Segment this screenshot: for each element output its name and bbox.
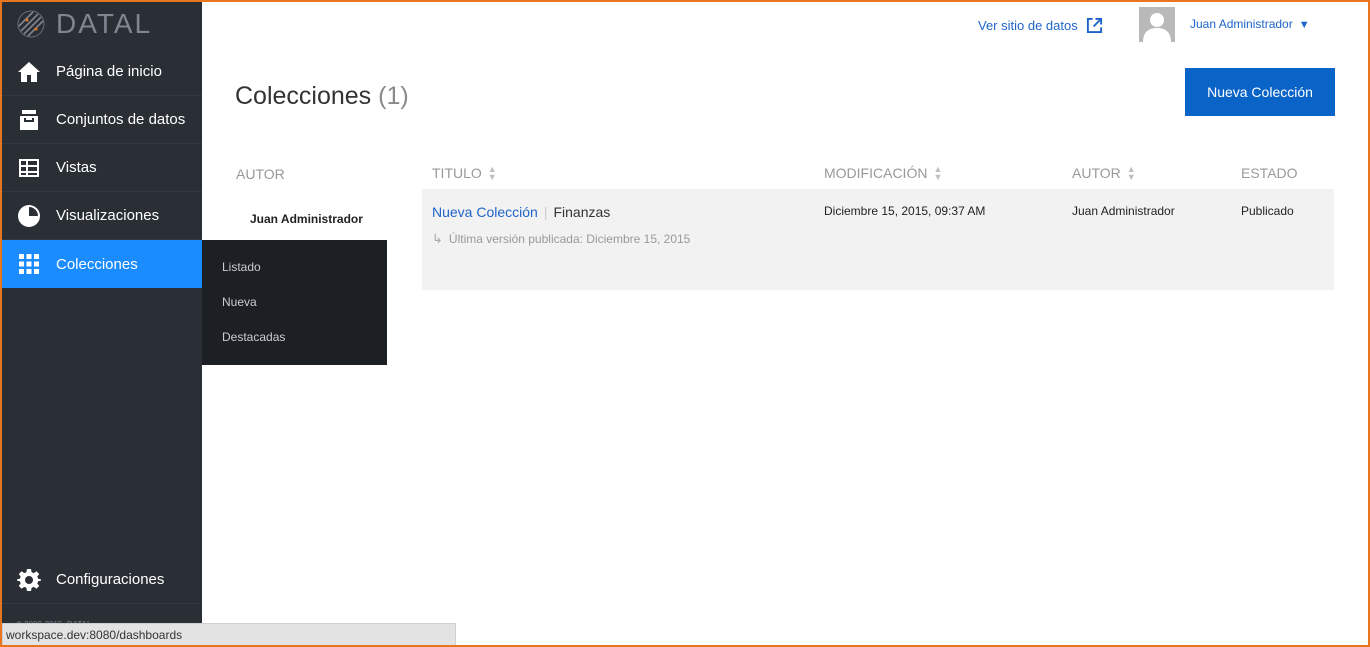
submenu-item-list[interactable]: Listado xyxy=(222,260,261,274)
table-row: Nueva Colección | Finanzas ↳ Última versió… xyxy=(422,189,1334,290)
inbox-icon xyxy=(16,107,42,133)
view-site-link[interactable]: Ver sitio de datos xyxy=(978,17,1103,34)
column-header-author[interactable]: AUTOR ▲ ▼ xyxy=(1072,164,1136,182)
column-header-modified[interactable]: MODIFICACIÓN ▲ ▼ xyxy=(824,164,943,182)
sidebar-item-label: Visualizaciones xyxy=(56,207,160,224)
sidebar-item-label: Configuraciones xyxy=(56,571,165,588)
page-title-text: Colecciones xyxy=(235,82,372,110)
external-link-icon xyxy=(1086,17,1102,34)
sort-icon: ▲ ▼ xyxy=(933,164,943,182)
published-version-text: Última versión publicada: Diciembre 15, … xyxy=(448,232,691,246)
new-collection-button[interactable]: Nueva Colección xyxy=(1185,68,1335,116)
row-author-cell: Juan Administrador xyxy=(1072,204,1175,218)
user-icon xyxy=(1143,13,1171,42)
page-title: Colecciones (1) xyxy=(235,82,409,111)
corner-arrow-icon: ↳ xyxy=(432,231,443,246)
column-header-label: TITULO xyxy=(432,165,482,181)
title-separator: | xyxy=(543,204,548,220)
column-header-title[interactable]: TITULO ▲ ▼ xyxy=(432,164,497,182)
row-title-cell: Nueva Colección | Finanzas xyxy=(432,204,610,220)
caret-down-icon: ▼ xyxy=(1298,19,1310,31)
avatar[interactable] xyxy=(1139,7,1175,42)
filter-item-author[interactable]: Juan Administrador xyxy=(250,212,363,226)
page-title-count: (1) xyxy=(378,82,409,110)
sidebar-item-label: Página de inicio xyxy=(56,63,162,80)
sort-icon: ▲ ▼ xyxy=(1126,164,1136,182)
view-site-label: Ver sitio de datos xyxy=(978,18,1078,33)
sort-icon: ▲ ▼ xyxy=(487,164,497,182)
sidebar-item-settings[interactable]: Configuraciones xyxy=(0,556,202,604)
sidebar-item-collections[interactable]: Colecciones xyxy=(0,240,202,288)
user-name: Juan Administrador xyxy=(1190,17,1293,31)
column-header-status: ESTADO xyxy=(1241,165,1298,181)
grid-icon xyxy=(16,251,42,277)
home-icon xyxy=(16,59,42,85)
user-menu[interactable]: Juan Administrador ▼ xyxy=(1190,17,1310,31)
sidebar: DATAL Página de inicio Conjuntos de dato… xyxy=(0,0,202,647)
published-version-line: ↳ Última versión publicada: Diciembre 15… xyxy=(432,231,690,247)
filter-heading: AUTOR xyxy=(236,166,285,182)
sidebar-item-views[interactable]: Vistas xyxy=(0,144,202,192)
column-header-label: MODIFICACIÓN xyxy=(824,165,928,181)
gear-icon xyxy=(16,567,42,593)
collections-submenu: Listado Nueva Destacadas xyxy=(202,240,387,365)
row-modified-cell: Diciembre 15, 2015, 09:37 AM xyxy=(824,204,986,218)
collection-category: Finanzas xyxy=(553,204,611,220)
brand-name: DATAL xyxy=(56,8,153,39)
sidebar-item-label: Vistas xyxy=(56,159,97,176)
sidebar-item-visualizations[interactable]: Visualizaciones xyxy=(0,192,202,240)
logo-icon xyxy=(17,10,45,38)
column-header-label: ESTADO xyxy=(1241,165,1298,181)
collection-title-link[interactable]: Nueva Colección xyxy=(432,204,538,220)
table-icon xyxy=(16,155,42,181)
logo[interactable]: DATAL xyxy=(0,0,202,48)
sidebar-item-datasets[interactable]: Conjuntos de datos xyxy=(0,96,202,144)
submenu-item-new[interactable]: Nueva xyxy=(222,295,257,309)
pie-chart-icon xyxy=(16,203,42,229)
submenu-item-featured[interactable]: Destacadas xyxy=(222,330,285,344)
browser-status-bar: workspace.dev:8080/dashboards xyxy=(2,623,456,645)
sidebar-item-label: Colecciones xyxy=(56,255,138,273)
sidebar-item-label: Conjuntos de datos xyxy=(56,111,186,128)
row-status-cell: Publicado xyxy=(1241,204,1294,218)
column-header-label: AUTOR xyxy=(1072,165,1121,181)
sidebar-item-home[interactable]: Página de inicio xyxy=(0,48,202,96)
